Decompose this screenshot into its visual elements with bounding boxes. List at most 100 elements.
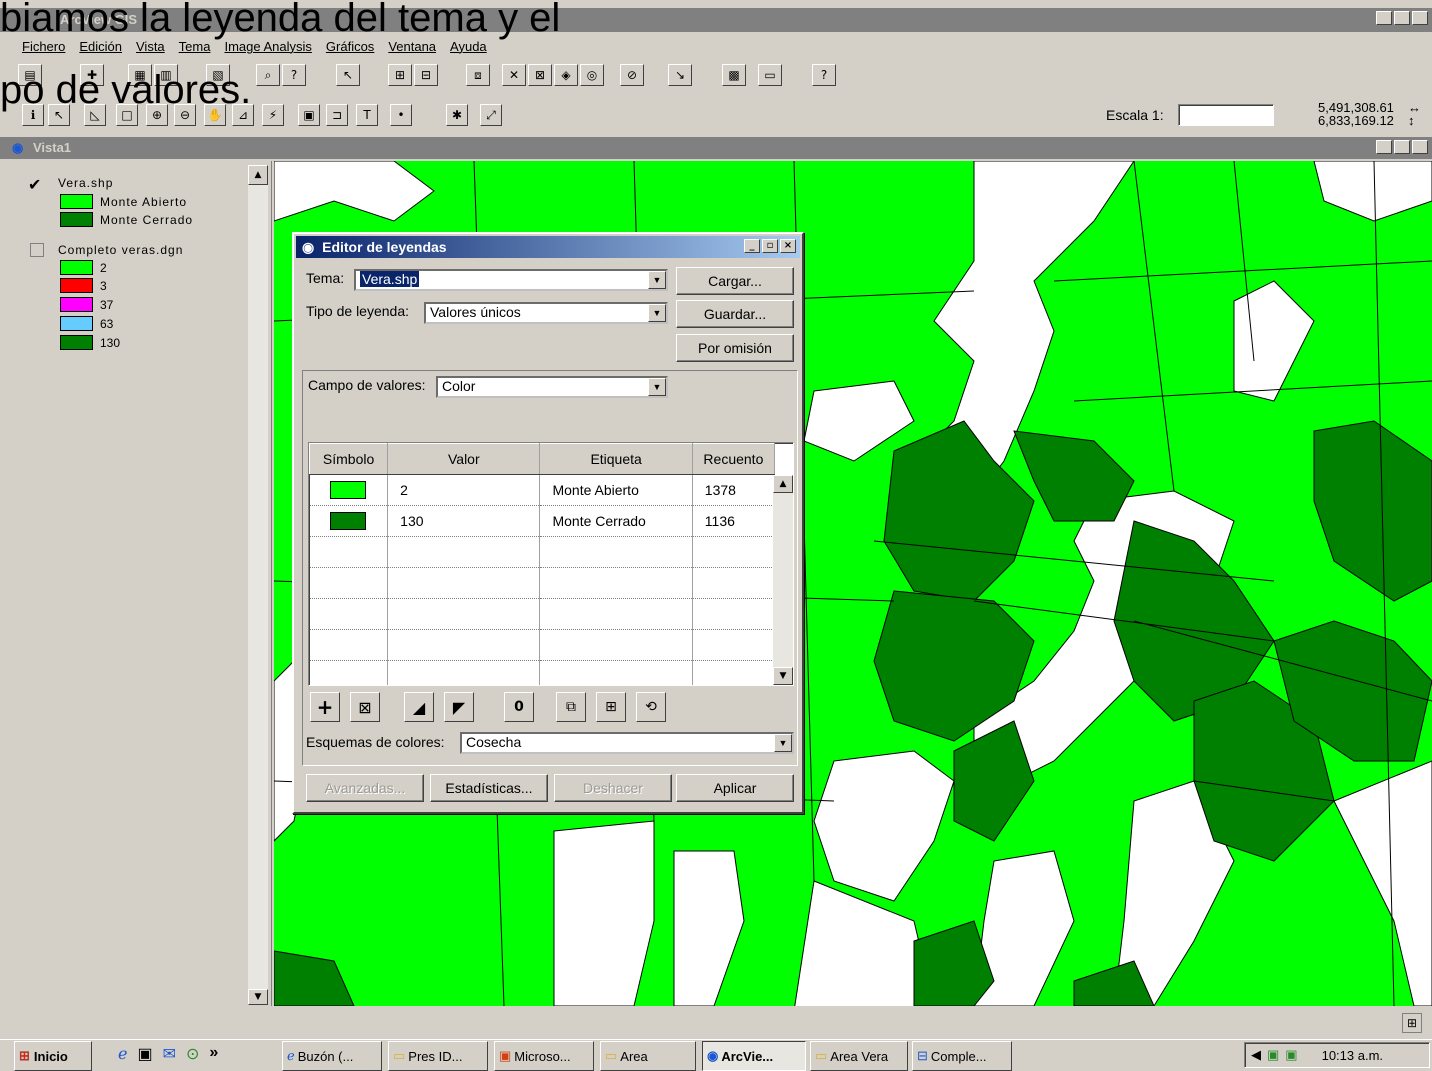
add-class-icon[interactable]: + xyxy=(310,692,340,722)
pointer-icon[interactable]: ↖ xyxy=(48,104,70,126)
vertex-edit-icon[interactable]: ◺ xyxy=(84,104,106,126)
taskbar-item[interactable]: ▭ Area Vera xyxy=(810,1041,908,1071)
legend-table-scrollbar[interactable]: ▲ ▼ xyxy=(773,475,793,685)
tipo-leyenda-select[interactable]: Valores únicos ▼ xyxy=(424,302,668,324)
null-value-icon[interactable]: 0 xyxy=(504,692,534,722)
symbol-cell[interactable] xyxy=(309,505,389,537)
col-etiqueta[interactable]: Etiqueta xyxy=(539,443,693,475)
view-minimize-button[interactable]: _ xyxy=(1376,140,1392,154)
toc-theme-completo[interactable]: Completo veras.dgn xyxy=(58,243,183,257)
scale-input[interactable] xyxy=(1178,104,1274,126)
identify-icon[interactable]: ℹ xyxy=(22,104,44,126)
table-row[interactable] xyxy=(309,629,776,661)
tray-app-icon[interactable]: ▣ xyxy=(1267,1047,1279,1063)
symbol-swatch[interactable] xyxy=(330,481,367,500)
guardar-button[interactable]: Guardar... xyxy=(676,300,794,328)
pan-icon[interactable]: ✋ xyxy=(204,104,226,126)
etiqueta-cell[interactable]: Monte Abierto xyxy=(539,474,693,506)
chevron-down-icon[interactable]: ▼ xyxy=(648,304,666,322)
hotlink-tool-icon[interactable]: ⚡ xyxy=(262,104,284,126)
zoom-out-tool-icon[interactable]: ⊖ xyxy=(174,104,196,126)
copy-class-icon[interactable]: ⧉ xyxy=(556,692,586,722)
paste-class-icon[interactable]: ⊞ xyxy=(596,692,626,722)
media-icon[interactable]: ⊙ xyxy=(186,1044,199,1064)
table-row[interactable] xyxy=(309,660,776,685)
col-simbolo[interactable]: Símbolo xyxy=(309,443,389,475)
image-tool-icon[interactable]: ✱ xyxy=(446,104,468,126)
tema-select[interactable]: Vera.shp ▼ xyxy=(354,269,668,291)
symbol-swatch[interactable] xyxy=(330,512,367,531)
chevron-down-icon[interactable]: ▼ xyxy=(774,734,792,752)
promote-icon[interactable]: ↘ xyxy=(668,64,692,86)
etiqueta-cell[interactable]: Monte Cerrado xyxy=(539,505,693,537)
chevron-down-icon[interactable]: ▼ xyxy=(648,271,666,289)
valor-cell[interactable]: 130 xyxy=(387,505,541,537)
por-omision-button[interactable]: Por omisión xyxy=(676,334,794,362)
sort-ascending-icon[interactable]: ◢ xyxy=(404,692,434,722)
select-rect-icon[interactable]: □ xyxy=(116,104,138,126)
campo-valores-select[interactable]: Color ▼ xyxy=(436,376,668,398)
table-row[interactable] xyxy=(309,598,776,630)
more-icon[interactable]: » xyxy=(209,1044,218,1064)
table-row[interactable] xyxy=(309,536,776,568)
flip-symbols-icon[interactable]: ⟲ xyxy=(636,692,666,722)
taskbar-item[interactable]: ▣ Microso... xyxy=(494,1041,594,1071)
start-button[interactable]: ⊞ Inicio xyxy=(14,1041,92,1071)
dialog-minimize-button[interactable]: _ xyxy=(744,239,760,253)
view-close-button[interactable]: × xyxy=(1412,140,1428,154)
taskbar-item-active[interactable]: ◉ ArcVie... xyxy=(702,1041,806,1071)
frame-icon[interactable]: ▭ xyxy=(758,64,782,86)
scroll-down-icon[interactable]: ▼ xyxy=(248,989,268,1005)
chevron-down-icon[interactable]: ▼ xyxy=(648,378,666,396)
zoom-in-tool-icon[interactable]: ⊕ xyxy=(146,104,168,126)
dialog-close-button[interactable]: × xyxy=(780,239,796,253)
help-icon[interactable]: ? xyxy=(812,64,836,86)
symbol-cell[interactable] xyxy=(309,474,389,506)
deshacer-button[interactable]: Deshacer xyxy=(554,774,672,802)
outlook-icon[interactable]: ✉ xyxy=(163,1044,176,1064)
table-row[interactable] xyxy=(309,567,776,599)
app-close-button[interactable]: × xyxy=(1412,11,1428,25)
desktop-icon[interactable]: ▣ xyxy=(137,1044,152,1064)
tray-app-icon[interactable]: ▣ xyxy=(1285,1047,1297,1063)
toc-check-vera[interactable]: ✔ xyxy=(28,175,41,195)
avanzadas-button[interactable]: Avanzadas... xyxy=(306,774,424,802)
scroll-up-icon[interactable]: ▲ xyxy=(773,475,793,493)
select-feature-icon[interactable]: ◎ xyxy=(580,64,604,86)
measure-icon[interactable]: ⊿ xyxy=(232,104,254,126)
label-icon[interactable]: ⊐ xyxy=(326,104,348,126)
ie-icon[interactable]: ℯ xyxy=(118,1044,127,1064)
taskbar-item[interactable]: ▭ Pres ID... xyxy=(388,1041,488,1071)
col-valor[interactable]: Valor xyxy=(387,443,541,475)
taskbar-item[interactable]: ⊟ Comple... xyxy=(912,1041,1012,1071)
scroll-down-icon[interactable]: ▼ xyxy=(773,667,793,685)
draw-point-icon[interactable]: • xyxy=(390,104,412,126)
table-row[interactable]: 2 Monte Abierto 1378 xyxy=(309,474,776,506)
view-maximize-button[interactable]: ▫ xyxy=(1394,140,1410,154)
toc-check-completo[interactable] xyxy=(30,243,44,257)
volume-icon[interactable]: ◀ xyxy=(1251,1047,1261,1063)
resize-grip-icon[interactable]: ⊞ xyxy=(1402,1013,1422,1033)
col-recuento[interactable]: Recuento xyxy=(691,443,776,475)
toc-scrollbar[interactable]: ▲ ▼ xyxy=(248,165,268,1005)
area-of-interest-icon[interactable]: ▣ xyxy=(298,104,320,126)
valor-cell[interactable]: 2 xyxy=(387,474,541,506)
sort-descending-icon[interactable]: ◤ xyxy=(444,692,474,722)
line-tool-icon[interactable]: ⤢ xyxy=(480,104,502,126)
dialog-maximize-button[interactable]: ▫ xyxy=(762,239,778,253)
delete-class-icon[interactable]: ⊠ xyxy=(350,692,380,722)
taskbar-item[interactable]: ℯ Buzón (... xyxy=(282,1041,382,1071)
clear-selection-icon[interactable]: ⊘ xyxy=(620,64,644,86)
table-row[interactable]: 130 Monte Cerrado 1136 xyxy=(309,505,776,537)
estadisticas-button[interactable]: Estadísticas... xyxy=(430,774,548,802)
app-maximize-button[interactable]: ▫ xyxy=(1394,11,1410,25)
esquemas-colores-select[interactable]: Cosecha ▼ xyxy=(460,732,794,754)
app-minimize-button[interactable]: _ xyxy=(1376,11,1392,25)
toc-theme-vera[interactable]: Vera.shp xyxy=(58,176,113,190)
scroll-up-icon[interactable]: ▲ xyxy=(248,165,268,185)
taskbar-item[interactable]: ▭ Area xyxy=(600,1041,696,1071)
cargar-button[interactable]: Cargar... xyxy=(676,267,794,295)
aplicar-button[interactable]: Aplicar xyxy=(676,774,794,802)
layout-icon[interactable]: ▩ xyxy=(722,64,746,86)
text-tool-icon[interactable]: T xyxy=(356,104,378,126)
